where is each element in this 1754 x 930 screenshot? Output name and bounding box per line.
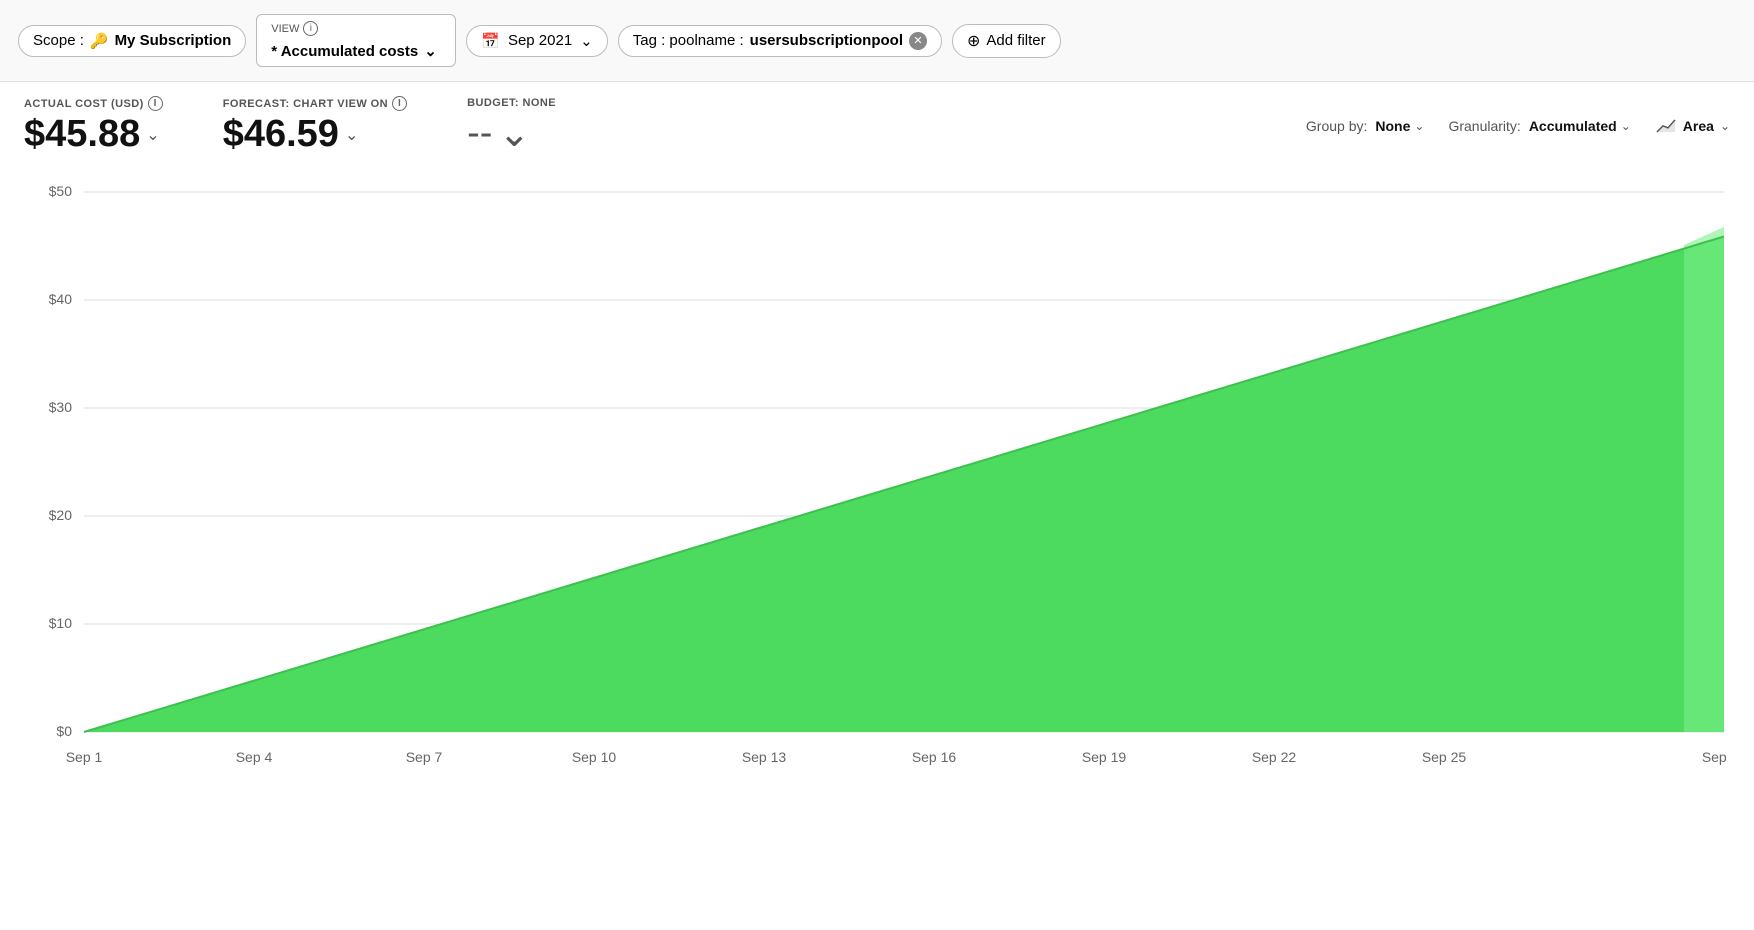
key-icon: 🔑 — [90, 32, 109, 50]
scope-value: My Subscription — [115, 32, 232, 49]
add-filter-icon: ⊕ — [967, 31, 980, 51]
chart-controls: Group by: None ⌄ Granularity: Accumulate… — [1306, 118, 1730, 134]
forecast-value[interactable]: $46.59 ⌄ — [223, 113, 407, 156]
granularity-chevron-icon: ⌄ — [1621, 119, 1631, 133]
chart-type-dropdown[interactable]: Area ⌄ — [1655, 118, 1730, 134]
svg-text:Sep 13: Sep 13 — [742, 749, 787, 765]
actual-cost-value[interactable]: $45.88 ⌄ — [24, 113, 163, 156]
cost-chart: $50 $40 $30 $20 $10 $0 Sep 1 Sep 4 Sep 7… — [24, 162, 1730, 782]
date-button[interactable]: 📅 Sep 2021 ⌄ — [466, 25, 608, 57]
actual-cost-block: ACTUAL COST (USD) i $45.88 ⌄ — [24, 96, 163, 156]
budget-value[interactable]: -- ⌄ — [467, 111, 556, 156]
scope-prefix: Scope : — [33, 32, 84, 49]
toolbar: Scope : 🔑 My Subscription VIEW i * Accum… — [0, 0, 1754, 82]
svg-text:Sep 10: Sep 10 — [572, 749, 617, 765]
actual-cost-info-icon[interactable]: i — [148, 96, 163, 111]
view-label: VIEW i — [271, 21, 318, 36]
tag-label: Tag : poolname : — [633, 32, 744, 49]
tag-value: usersubscriptionpool — [750, 32, 903, 49]
svg-text:Sep 1: Sep 1 — [66, 749, 103, 765]
svg-text:$20: $20 — [49, 507, 73, 523]
granularity-label: Granularity: — [1448, 118, 1520, 134]
chevron-down-icon: ⌄ — [424, 42, 437, 60]
granularity-value: Accumulated — [1529, 118, 1617, 134]
calendar-icon: 📅 — [481, 32, 500, 50]
date-chevron-icon: ⌄ — [580, 32, 593, 50]
actual-cost-chevron-icon: ⌄ — [146, 125, 159, 145]
add-filter-label: Add filter — [986, 32, 1045, 49]
svg-text:Sep 19: Sep 19 — [1082, 749, 1127, 765]
tag-remove-icon[interactable]: ✕ — [909, 32, 927, 50]
svg-text:$10: $10 — [49, 615, 73, 631]
svg-text:Sep 22: Sep 22 — [1252, 749, 1297, 765]
forecast-area — [1684, 227, 1724, 732]
view-info-icon[interactable]: i — [303, 21, 318, 36]
forecast-chevron-icon: ⌄ — [345, 125, 358, 145]
svg-text:Sep 4: Sep 4 — [236, 749, 273, 765]
svg-text:$0: $0 — [56, 723, 72, 739]
view-value: * Accumulated costs ⌄ — [271, 42, 437, 60]
svg-text:Sep 16: Sep 16 — [912, 749, 957, 765]
date-value: Sep 2021 — [508, 32, 572, 49]
svg-text:Sep 30: Sep 30 — [1702, 749, 1730, 765]
scope-button[interactable]: Scope : 🔑 My Subscription — [18, 25, 246, 57]
group-by-dropdown[interactable]: Group by: None ⌄ — [1306, 118, 1425, 134]
svg-text:Sep 25: Sep 25 — [1422, 749, 1467, 765]
budget-block: BUDGET: NONE -- ⌄ — [467, 97, 556, 156]
tag-filter-button[interactable]: Tag : poolname : usersubscriptionpool ✕ — [618, 25, 942, 57]
actual-cost-label: ACTUAL COST (USD) i — [24, 96, 163, 111]
view-button[interactable]: VIEW i * Accumulated costs ⌄ — [256, 14, 456, 67]
group-by-chevron-icon: ⌄ — [1414, 119, 1424, 133]
forecast-block: FORECAST: CHART VIEW ON i $46.59 ⌄ — [223, 96, 407, 156]
svg-text:$50: $50 — [49, 183, 73, 199]
svg-text:Sep 7: Sep 7 — [406, 749, 443, 765]
svg-text:$40: $40 — [49, 291, 73, 307]
group-by-label: Group by: — [1306, 118, 1367, 134]
forecast-label: FORECAST: CHART VIEW ON i — [223, 96, 407, 111]
chart-svg: $50 $40 $30 $20 $10 $0 Sep 1 Sep 4 Sep 7… — [24, 162, 1730, 782]
stats-and-controls: ACTUAL COST (USD) i $45.88 ⌄ FORECAST: C… — [0, 82, 1754, 162]
svg-text:$30: $30 — [49, 399, 73, 415]
budget-chevron-icon: ⌄ — [498, 111, 530, 156]
chart-type-chevron-icon: ⌄ — [1720, 119, 1730, 133]
forecast-info-icon[interactable]: i — [392, 96, 407, 111]
area-chart-icon — [1655, 118, 1677, 134]
add-filter-button[interactable]: ⊕ Add filter — [952, 24, 1061, 58]
stats-section: ACTUAL COST (USD) i $45.88 ⌄ FORECAST: C… — [24, 96, 556, 156]
granularity-dropdown[interactable]: Granularity: Accumulated ⌄ — [1448, 118, 1630, 134]
chart-type-value: Area — [1683, 118, 1714, 134]
group-by-value: None — [1375, 118, 1410, 134]
budget-label: BUDGET: NONE — [467, 97, 556, 109]
